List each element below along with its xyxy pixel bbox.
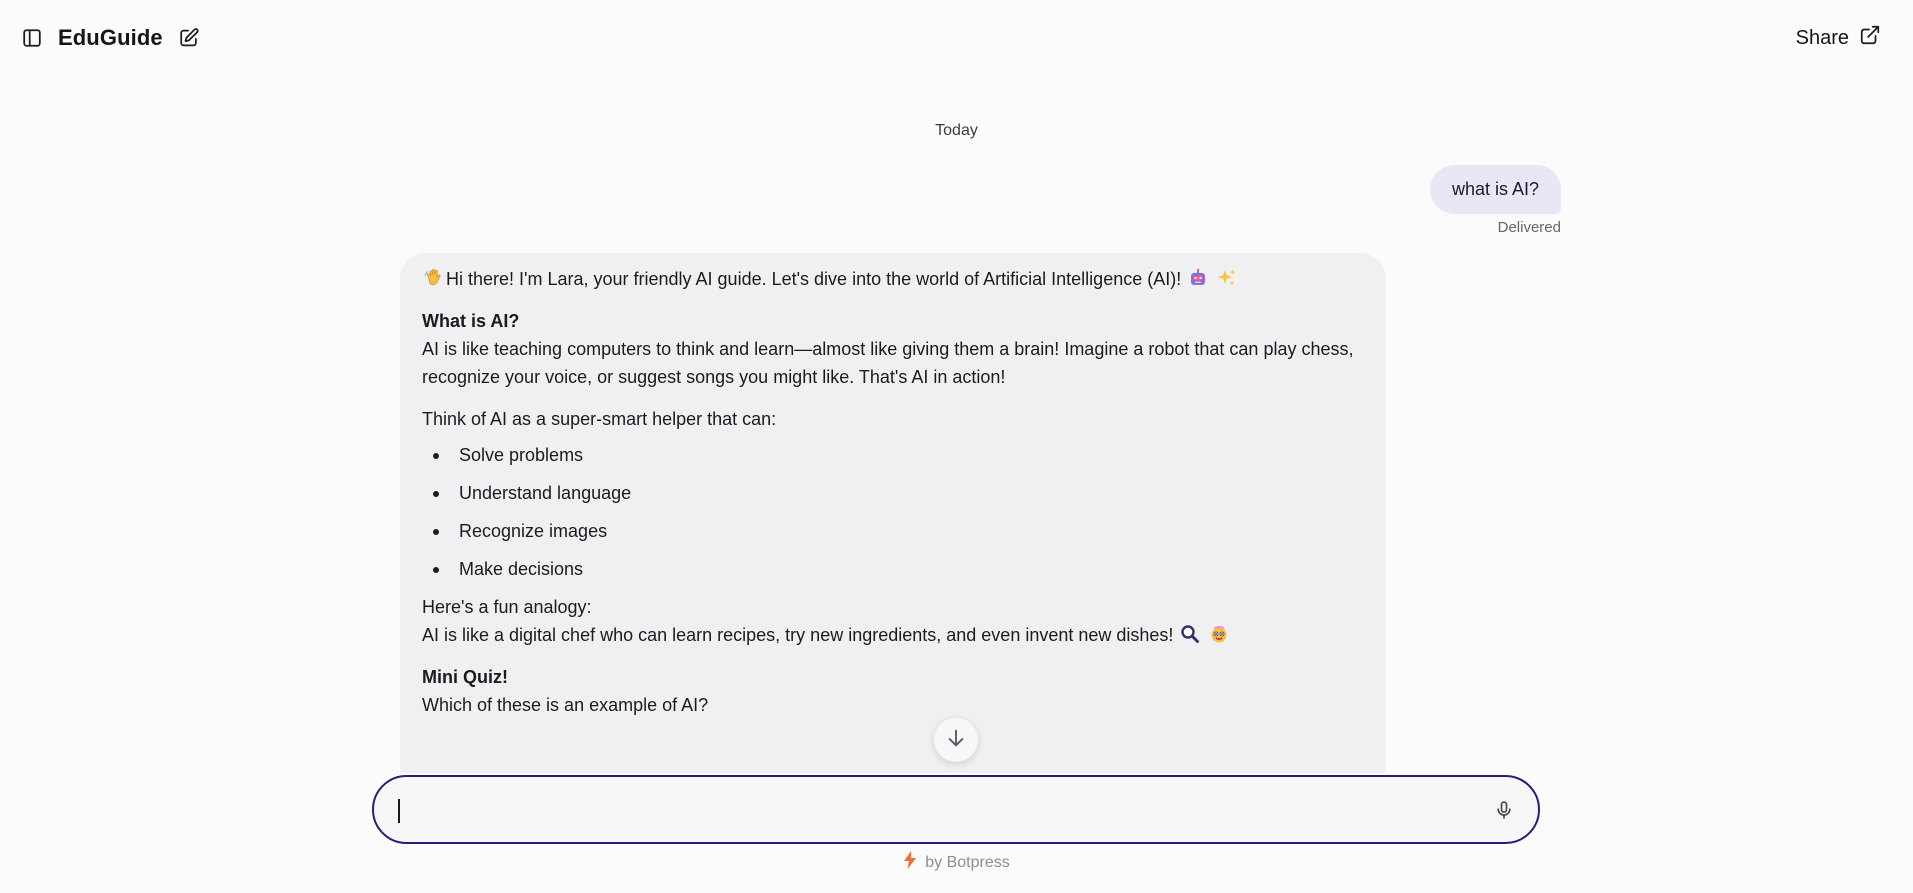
bot-greeting-text: Hi there! I'm Lara, your friendly AI gui… [446,269,1182,289]
share-button[interactable]: Share [1796,24,1881,52]
sidebar-toggle-icon[interactable] [20,26,44,50]
quiz-section: Mini Quiz! Which of these is an example … [422,663,1364,719]
abilities-list: Solve problems Understand language Recog… [422,441,1364,583]
chef-face-icon [1209,624,1229,644]
section-body: AI is like teaching computers to think a… [422,339,1354,387]
robot-icon [1188,268,1208,288]
app-title: EduGuide [58,25,163,50]
date-separator: Today [935,122,978,139]
list-item: Recognize images [422,517,1364,545]
list-item: Make decisions [422,555,1364,583]
analogy-section: Here's a fun analogy: AI is like a digit… [422,593,1364,649]
delivery-status: Delivered [1497,219,1561,236]
abilities-intro: Think of AI as a super-smart helper that… [422,409,777,429]
new-chat-edit-icon[interactable] [177,26,201,50]
magnifier-icon [1180,624,1200,644]
waving-hand-icon [424,268,444,288]
quiz-question: Which of these is an example of AI? [422,695,709,715]
lightning-bolt-icon [903,851,917,874]
powered-by-footer[interactable]: by Botpress [0,851,1913,874]
section-heading: What is AI? [422,311,520,331]
header-left: EduGuide [20,25,201,51]
analogy-intro: Here's a fun analogy: [422,597,592,617]
bot-greeting: Hi there! I'm Lara, your friendly AI gui… [422,265,1364,293]
what-is-ai-section: What is AI? AI is like teaching computer… [422,307,1364,391]
user-message: what is AI? Delivered [1429,165,1561,236]
top-bar: EduGuide Share [0,0,1913,76]
scroll-to-bottom-button[interactable] [934,718,978,762]
arrow-down-icon [945,727,967,754]
share-label: Share [1795,26,1849,49]
sparkles-icon [1217,268,1237,288]
analogy-body: AI is like a digital chef who can learn … [422,625,1174,645]
message-input[interactable] [396,789,1492,830]
user-message-bubble: what is AI? [1429,165,1561,214]
list-item: Solve problems [422,441,1364,469]
bot-message-bubble: Hi there! I'm Lara, your friendly AI gui… [400,253,1386,773]
list-item: Understand language [422,479,1364,507]
footer-text: by Botpress [925,853,1010,871]
message-composer [372,775,1540,844]
text-caret [398,799,400,823]
external-link-icon [1859,24,1881,52]
quiz-heading: Mini Quiz! [422,667,508,687]
microphone-icon[interactable] [1492,798,1516,822]
